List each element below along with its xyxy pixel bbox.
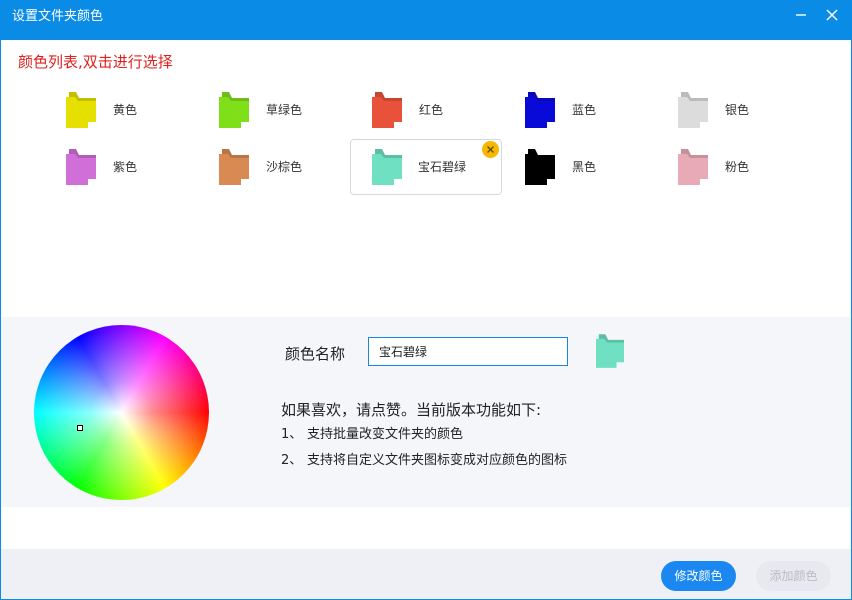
close-button[interactable] <box>820 4 844 26</box>
color-item-label: 银色 <box>725 103 750 117</box>
color-item-label: 紫色 <box>113 160 138 174</box>
minimize-button[interactable] <box>789 4 813 26</box>
folder-icon <box>525 149 555 185</box>
color-item-yellow[interactable]: 黄色 <box>52 82 204 138</box>
color-item-label: 红色 <box>419 103 444 117</box>
color-wheel-cursor[interactable] <box>77 425 83 431</box>
color-name-label: 颜色名称 <box>285 345 346 363</box>
color-item-label: 宝石碧绿 <box>418 160 467 174</box>
folder-icon <box>525 92 555 128</box>
color-item-silver[interactable]: 银色 <box>664 82 816 138</box>
folder-icon <box>219 92 249 128</box>
color-name-input[interactable] <box>368 337 568 366</box>
window-title: 设置文件夹颜色 <box>12 9 104 24</box>
folder-icon <box>219 149 249 185</box>
remove-color-button[interactable] <box>482 141 499 158</box>
folder-icon <box>372 92 402 128</box>
title-bar: 设置文件夹颜色 <box>0 0 852 40</box>
folder-icon <box>372 149 402 185</box>
color-item-aquamarine[interactable]: 宝石碧绿 <box>350 139 502 195</box>
close-icon <box>487 146 494 153</box>
intro-text: 如果喜欢，请点赞。当前版本功能如下: <box>281 401 542 419</box>
folder-icon <box>678 92 708 128</box>
feature-text: 支持将自定义文件夹图标变成对应颜色的图标 <box>307 453 568 468</box>
color-list-heading: 颜色列表,双击进行选择 <box>18 53 173 71</box>
modify-color-button[interactable]: 修改颜色 <box>661 561 736 591</box>
color-item-red[interactable]: 红色 <box>358 82 510 138</box>
close-icon <box>826 9 838 21</box>
add-color-button[interactable]: 添加颜色 <box>756 561 831 591</box>
color-item-black[interactable]: 黑色 <box>511 139 663 195</box>
feature-text: 支持批量改变文件夹的颜色 <box>307 427 464 442</box>
color-wheel[interactable] <box>34 325 209 500</box>
color-item-blue[interactable]: 蓝色 <box>511 82 663 138</box>
color-item-label: 蓝色 <box>572 103 597 117</box>
feature-item: 1、 支持批量改变文件夹的颜色 <box>281 426 463 444</box>
color-item-grass-green[interactable]: 草绿色 <box>205 82 357 138</box>
folder-icon <box>66 92 96 128</box>
minimize-icon <box>796 14 806 16</box>
color-item-sandy-brown[interactable]: 沙棕色 <box>205 139 357 195</box>
feature-item: 2、 支持将自定义文件夹图标变成对应颜色的图标 <box>281 452 567 470</box>
color-item-label: 黄色 <box>113 103 138 117</box>
color-item-label: 黑色 <box>572 160 597 174</box>
folder-icon <box>66 149 96 185</box>
feature-number: 2、 <box>281 453 303 468</box>
feature-number: 1、 <box>281 427 303 442</box>
preview-folder-icon <box>596 334 624 368</box>
color-item-label: 沙棕色 <box>266 160 303 174</box>
color-item-label: 草绿色 <box>266 103 303 117</box>
color-item-pink[interactable]: 粉色 <box>664 139 816 195</box>
color-item-label: 粉色 <box>725 160 750 174</box>
color-item-purple[interactable]: 紫色 <box>52 139 204 195</box>
folder-icon <box>678 149 708 185</box>
